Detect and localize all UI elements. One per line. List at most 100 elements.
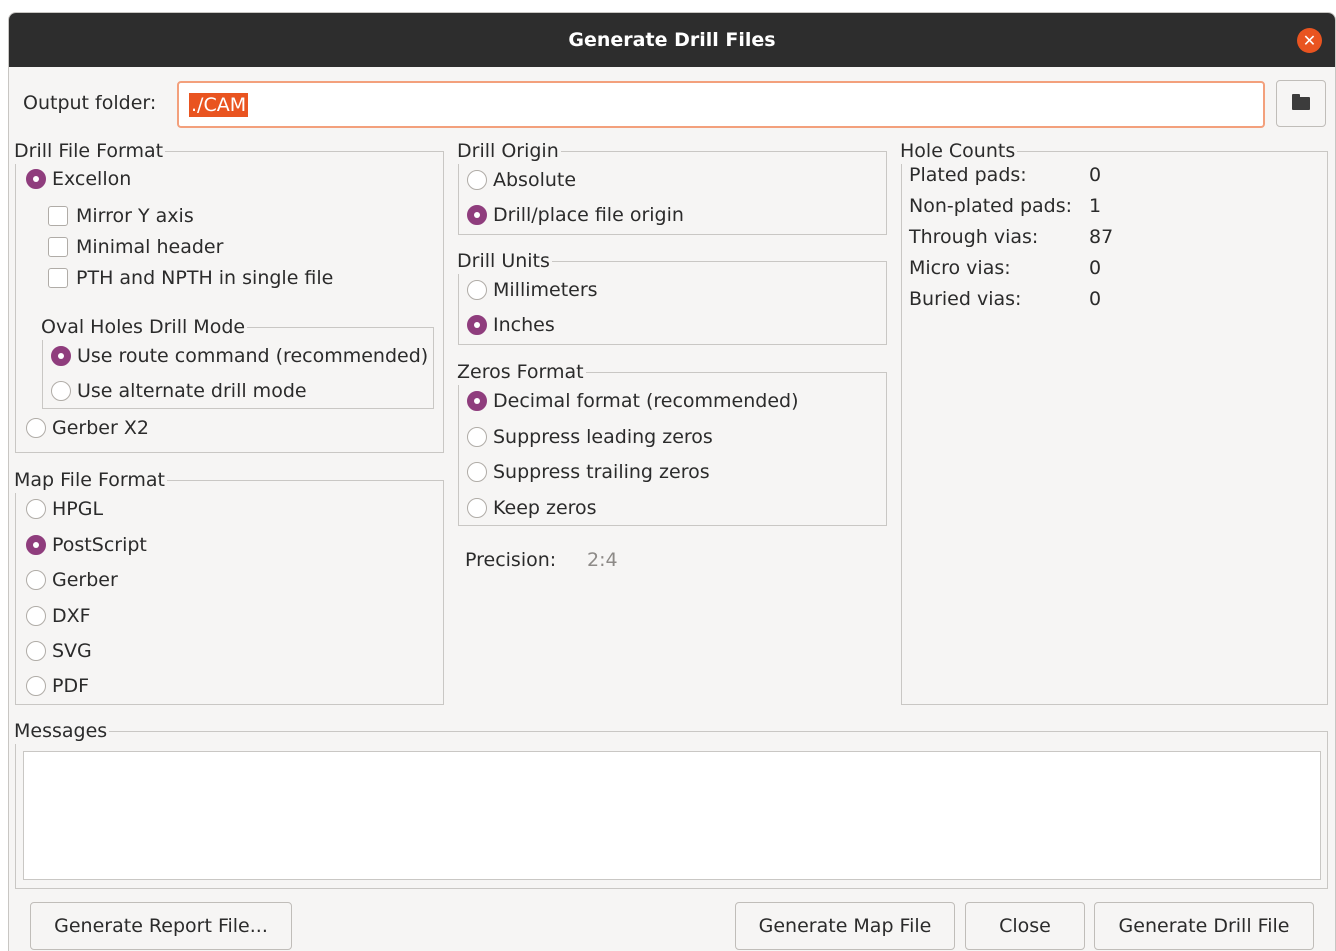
checkbox-pth-npth-label: PTH and NPTH in single file xyxy=(76,267,334,289)
map-file-format-legend: Map File Format xyxy=(14,467,167,493)
oval-holes-group: Oval Holes Drill Mode Use route command … xyxy=(41,314,434,409)
radio-origin-absolute-indicator xyxy=(467,170,487,190)
radio-alternate-drill-indicator xyxy=(51,381,71,401)
checkbox-minimal-header-box xyxy=(48,237,68,257)
radio-map-svg-indicator xyxy=(26,641,46,661)
radio-map-svg[interactable]: SVG xyxy=(26,640,92,662)
drill-file-format-legend: Drill File Format xyxy=(14,138,166,164)
radio-alternate-drill[interactable]: Use alternate drill mode xyxy=(51,380,307,402)
window-title: Generate Drill Files xyxy=(568,29,776,51)
messages-legend: Messages xyxy=(14,718,110,744)
radio-map-postscript-label: PostScript xyxy=(52,534,147,556)
precision-value: 2:4 xyxy=(587,549,618,571)
radio-units-mm-indicator xyxy=(467,280,487,300)
drill-units-legend: Drill Units xyxy=(457,248,552,274)
zeros-format-group: Zeros Format Decimal format (recommended… xyxy=(457,359,887,526)
radio-origin-absolute[interactable]: Absolute xyxy=(467,169,576,191)
dialog-window: Generate Drill Files ✕ Output folder: ./… xyxy=(8,12,1336,951)
radio-zeros-keep-label: Keep zeros xyxy=(493,497,597,519)
output-folder-input[interactable]: ./CAM xyxy=(177,81,1265,128)
radio-map-gerber[interactable]: Gerber xyxy=(26,569,118,591)
radio-units-mm[interactable]: Millimeters xyxy=(467,279,598,301)
checkbox-mirror-y-box xyxy=(48,206,68,226)
precision-label: Precision: xyxy=(465,549,557,571)
radio-zeros-decimal[interactable]: Decimal format (recommended) xyxy=(467,390,798,412)
generate-drill-button[interactable]: Generate Drill File xyxy=(1094,902,1314,950)
radio-map-hpgl[interactable]: HPGL xyxy=(26,498,103,520)
radio-origin-file-label: Drill/place file origin xyxy=(493,204,684,226)
checkbox-mirror-y[interactable]: Mirror Y axis xyxy=(48,205,194,227)
radio-zeros-decimal-indicator xyxy=(467,391,487,411)
radio-zeros-decimal-label: Decimal format (recommended) xyxy=(493,390,799,412)
drill-origin-legend: Drill Origin xyxy=(457,138,561,164)
radio-origin-absolute-label: Absolute xyxy=(493,169,577,191)
hole-count-value: 1 xyxy=(1089,195,1102,217)
radio-map-dxf[interactable]: DXF xyxy=(26,605,91,627)
hole-count-value: 0 xyxy=(1089,257,1102,279)
drill-units-group: Drill Units Millimeters Inches xyxy=(457,248,887,345)
hole-count-value: 87 xyxy=(1089,226,1114,248)
radio-gerber-x2-label: Gerber X2 xyxy=(52,417,149,439)
radio-map-dxf-indicator xyxy=(26,606,46,626)
radio-gerber-x2[interactable]: Gerber X2 xyxy=(26,417,149,439)
generate-report-button[interactable]: Generate Report File... xyxy=(30,902,292,950)
hole-counts-group: Hole Counts Plated pads: 0 Non-plated pa… xyxy=(900,138,1328,705)
hole-count-label: Micro vias: xyxy=(909,257,1011,279)
messages-text-area[interactable] xyxy=(23,751,1321,880)
radio-origin-file[interactable]: Drill/place file origin xyxy=(467,204,684,226)
radio-excellon[interactable]: Excellon xyxy=(26,168,131,190)
radio-zeros-trailing[interactable]: Suppress trailing zeros xyxy=(467,461,710,483)
map-file-format-group: Map File Format HPGL PostScript Gerber D… xyxy=(14,467,444,705)
folder-icon xyxy=(1292,94,1310,110)
browse-folder-button[interactable] xyxy=(1276,80,1326,127)
output-folder-value: ./CAM xyxy=(189,92,249,117)
title-bar: Generate Drill Files ✕ xyxy=(9,13,1335,67)
radio-map-pdf-indicator xyxy=(26,676,46,696)
radio-route-command[interactable]: Use route command (recommended) xyxy=(51,345,428,367)
radio-map-postscript[interactable]: PostScript xyxy=(26,534,147,556)
checkbox-pth-npth-box xyxy=(48,268,68,288)
radio-map-hpgl-label: HPGL xyxy=(52,498,104,520)
radio-zeros-trailing-label: Suppress trailing zeros xyxy=(493,461,710,483)
zeros-format-legend: Zeros Format xyxy=(457,359,586,385)
checkbox-minimal-header[interactable]: Minimal header xyxy=(48,236,223,258)
hole-count-value: 0 xyxy=(1089,288,1102,310)
drill-file-format-group: Drill File Format Excellon Mirror Y axis… xyxy=(14,138,444,453)
radio-route-command-label: Use route command (recommended) xyxy=(77,345,429,367)
radio-units-inches-label: Inches xyxy=(493,314,555,336)
radio-zeros-keep[interactable]: Keep zeros xyxy=(467,497,597,519)
radio-zeros-leading[interactable]: Suppress leading zeros xyxy=(467,426,713,448)
radio-gerber-x2-indicator xyxy=(26,418,46,438)
radio-units-inches-indicator xyxy=(467,315,487,335)
radio-excellon-indicator xyxy=(26,169,46,189)
generate-map-button[interactable]: Generate Map File xyxy=(735,902,955,950)
drill-origin-group: Drill Origin Absolute Drill/place file o… xyxy=(457,138,887,235)
radio-zeros-leading-indicator xyxy=(467,427,487,447)
oval-holes-legend: Oval Holes Drill Mode xyxy=(41,314,248,340)
checkbox-pth-npth[interactable]: PTH and NPTH in single file xyxy=(48,267,333,289)
radio-excellon-label: Excellon xyxy=(52,168,132,190)
hole-count-label: Plated pads: xyxy=(909,164,1027,186)
checkbox-minimal-header-label: Minimal header xyxy=(76,236,224,258)
radio-map-pdf-label: PDF xyxy=(52,675,90,697)
hole-count-label: Non-plated pads: xyxy=(909,195,1073,217)
radio-map-postscript-indicator xyxy=(26,535,46,555)
checkbox-mirror-y-label: Mirror Y axis xyxy=(76,205,194,227)
radio-route-command-indicator xyxy=(51,346,71,366)
close-window-icon[interactable]: ✕ xyxy=(1297,28,1322,53)
radio-origin-file-indicator xyxy=(467,205,487,225)
radio-zeros-keep-indicator xyxy=(467,498,487,518)
radio-zeros-trailing-indicator xyxy=(467,462,487,482)
hole-count-label: Through vias: xyxy=(909,226,1039,248)
radio-alternate-drill-label: Use alternate drill mode xyxy=(77,380,307,402)
radio-map-svg-label: SVG xyxy=(52,640,92,662)
radio-units-inches[interactable]: Inches xyxy=(467,314,555,336)
hole-count-value: 0 xyxy=(1089,164,1102,186)
radio-zeros-leading-label: Suppress leading zeros xyxy=(493,426,713,448)
radio-map-gerber-label: Gerber xyxy=(52,569,118,591)
hole-counts-legend: Hole Counts xyxy=(900,138,1018,164)
radio-map-pdf[interactable]: PDF xyxy=(26,675,89,697)
close-button[interactable]: Close xyxy=(965,902,1085,950)
hole-count-label: Buried vias: xyxy=(909,288,1022,310)
radio-map-hpgl-indicator xyxy=(26,499,46,519)
